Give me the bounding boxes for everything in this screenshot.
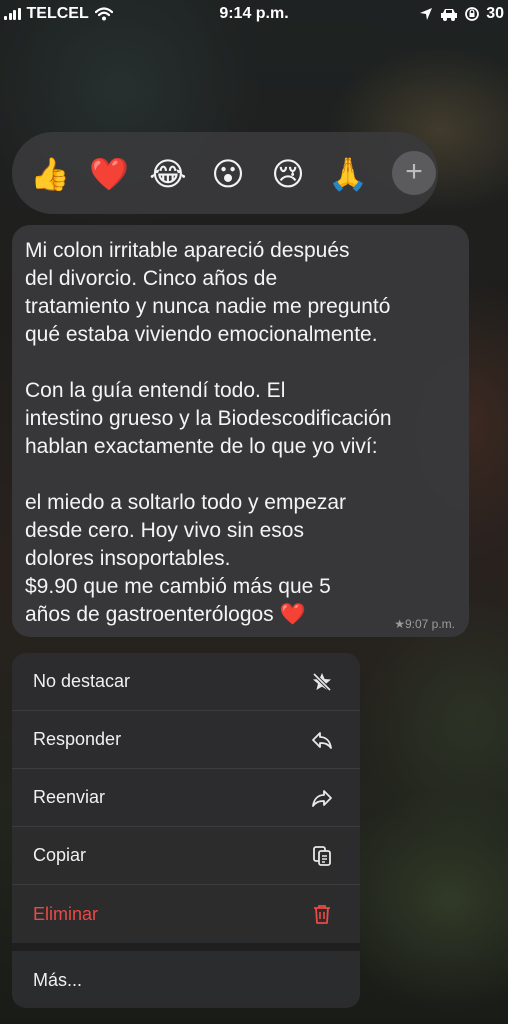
message-paragraph: el miedo a soltarlo todo y empezar desde… [25,491,346,626]
menu-item-label: Reenviar [33,787,106,807]
menu-divider [12,943,360,951]
car-icon [441,9,458,21]
menu-item-label: Eliminar [33,903,99,924]
menu-item-more[interactable]: Más... [12,951,360,1008]
menu-item-reply[interactable]: Responder [12,711,360,769]
more-reactions-button[interactable]: + [392,151,436,195]
trash-icon [314,905,330,924]
menu-item-forward[interactable]: Reenviar [12,769,360,827]
message-timestamp: ★9:07 p.m. [394,617,455,631]
copy-icon [313,846,331,866]
thumbs-up-reaction[interactable]: 👍 [30,154,70,194]
red-heart-reaction[interactable]: ❤️ [89,154,129,194]
unstar-icon [312,672,332,692]
forward-icon [312,790,332,807]
menu-item-label: Responder [33,729,122,749]
message-paragraph: Mi colon irritable apareció después del … [25,239,391,346]
status-bar: TELCEL 9:14 p.m. 30 [0,0,508,30]
surprised-face-reaction[interactable]: 😮 [208,154,248,194]
menu-item-label: Copiar [33,845,87,865]
crying-face-reaction[interactable]: 😢 [268,154,308,194]
message-paragraph: Con la guía entendí todo. El intestino g… [25,379,392,458]
menu-item-copy[interactable]: Copiar [12,827,360,885]
plus-icon: + [405,155,423,188]
tears-of-joy-reaction[interactable]: 😂 [148,154,188,194]
menu-item-unstar[interactable]: No destacar [12,653,360,711]
reply-icon [312,732,332,749]
context-menu: No destacar Responder Reenviar Copiar El… [12,653,360,1008]
menu-item-label: Más... [33,969,83,990]
folded-hands-reaction[interactable]: 🙏 [328,154,368,194]
location-arrow-icon [420,8,433,20]
orientation-lock-icon [465,7,480,21]
menu-item-label: No destacar [33,671,131,691]
reaction-bar: 👍 ❤️ 😂 😮 😢 🙏 + [12,132,438,214]
message-bubble[interactable]: Mi colon irritable apareció después del … [12,225,469,637]
battery-level: 30 [486,5,504,22]
menu-item-delete[interactable]: Eliminar [12,885,360,943]
